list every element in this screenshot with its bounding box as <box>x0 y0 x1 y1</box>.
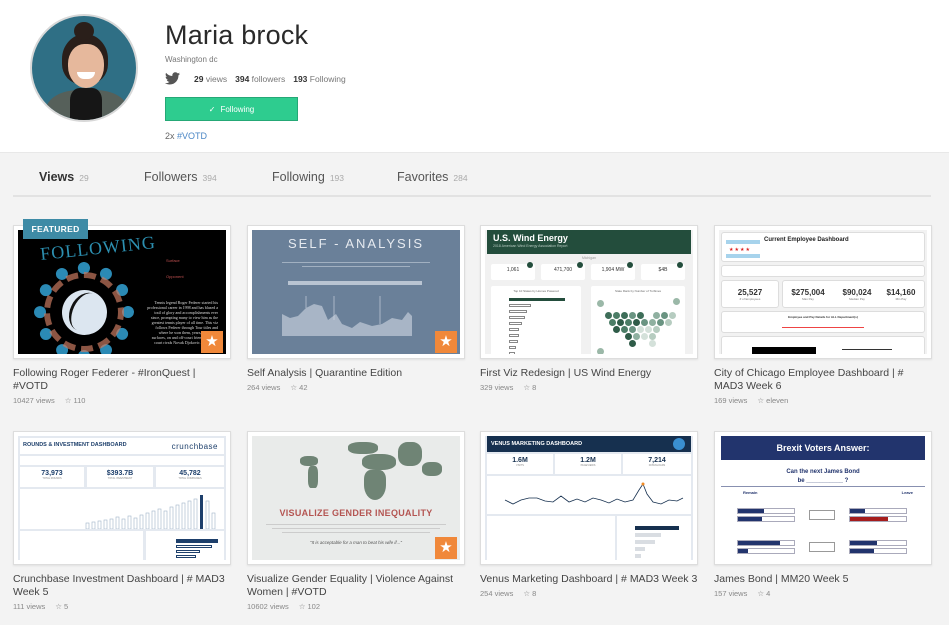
viz-title[interactable]: Venus Marketing Dashboard | # MAD3 Week … <box>480 573 700 586</box>
check-icon: ✓ <box>208 104 216 114</box>
viz-thumbnail[interactable]: ROUNDS & INVESTMENT DASHBOARD crunchbase… <box>13 431 231 565</box>
following-button[interactable]: ✓ Following <box>165 97 298 121</box>
viz-thumbnail[interactable]: Brexit Voters Answer: Can the next James… <box>714 431 932 565</box>
viz-card: FEATURED FOLLOWING Surface Opponent Tenn… <box>13 219 233 405</box>
tab-views[interactable]: Views 29 <box>39 170 89 184</box>
star-icon[interactable]: ★ <box>435 331 457 353</box>
stat-views: 29 views <box>194 73 228 84</box>
bar-chart <box>85 495 216 530</box>
viz-card: VISUALIZE GENDER INEQUALITY "It is accep… <box>247 431 467 611</box>
profile-location: Washington dc <box>165 55 218 64</box>
votd-link[interactable]: #VOTD <box>177 131 207 141</box>
area-chart <box>282 296 412 336</box>
viz-thumbnail[interactable]: ★★★★ Current Employee Dashboard 25,527 # … <box>714 225 932 359</box>
viz-title[interactable]: Visualize Gender Equality | Violence Aga… <box>247 573 467 599</box>
viz-title[interactable]: First Viz Redesign | US Wind Energy <box>480 367 700 380</box>
profile-stats: 29 views 394 followers 193 Following <box>165 72 354 85</box>
favorites-count: ☆ 110 <box>64 396 86 405</box>
tab-favorites[interactable]: Favorites 284 <box>397 170 468 184</box>
profile-name: Maria brock <box>165 20 309 50</box>
viz-meta: 111 views ☆ 5 <box>13 602 69 611</box>
line-chart <box>504 482 684 505</box>
viz-card: U.S. Wind Energy 2018 American Wind Energ… <box>480 225 700 392</box>
viz-meta: 264 views ☆ 42 <box>247 383 308 392</box>
twitter-icon[interactable] <box>165 72 180 85</box>
following-button-label: Following <box>220 104 255 114</box>
viz-thumbnail[interactable]: FOLLOWING Surface Opponent Tennis legend… <box>13 225 231 359</box>
featured-badge: FEATURED <box>23 219 88 239</box>
viz-meta: 169 views ☆ eleven <box>714 396 789 405</box>
tab-following[interactable]: Following 193 <box>272 170 344 184</box>
profile-tabs: Views 29 Followers 394 Following 193 Favori… <box>13 164 931 197</box>
viz-title[interactable]: Following Roger Federer - #IronQuest | #… <box>13 367 233 393</box>
favorites-count: ☆ 4 <box>757 589 771 598</box>
viz-title[interactable]: Crunchbase Investment Dashboard | # MAD3… <box>13 573 233 599</box>
viz-thumbnail[interactable]: U.S. Wind Energy 2018 American Wind Energ… <box>480 225 698 359</box>
star-icon[interactable]: ★ <box>435 537 457 559</box>
viz-card: Brexit Voters Answer: Can the next James… <box>714 431 934 598</box>
profile-header: Maria brock Washington dc 29 views 394 f… <box>0 0 949 153</box>
viz-meta: 10602 views ☆ 102 <box>247 602 321 611</box>
favorites-count: ☆ 102 <box>298 602 321 611</box>
viz-card: ROUNDS & INVESTMENT DASHBOARD crunchbase… <box>13 431 233 611</box>
avatar[interactable] <box>30 14 138 122</box>
favorites-count: ☆ 42 <box>290 383 308 392</box>
viz-title[interactable]: James Bond | MM20 Week 5 <box>714 573 934 586</box>
stat-following: 193 Following <box>293 73 346 84</box>
viz-meta: 329 views ☆ 8 <box>480 383 537 392</box>
favorites-count: ☆ 8 <box>523 383 537 392</box>
viz-title[interactable]: Self Analysis | Quarantine Edition <box>247 367 467 380</box>
favorites-count: ☆ 8 <box>523 589 537 598</box>
viz-card: SELF - ANALYSIS ★ Self Analysis | Quaran… <box>247 225 467 392</box>
viz-thumbnail[interactable]: SELF - ANALYSIS ★ <box>247 225 465 359</box>
viz-thumbnail[interactable]: VISUALIZE GENDER INEQUALITY "It is accep… <box>247 431 465 565</box>
viz-title[interactable]: City of Chicago Employee Dashboard | # M… <box>714 367 934 393</box>
votd-badge: 2x #VOTD <box>165 131 208 141</box>
viz-card: ★★★★ Current Employee Dashboard 25,527 # … <box>714 225 934 405</box>
viz-meta: 254 views ☆ 8 <box>480 589 537 598</box>
star-icon[interactable]: ★ <box>201 331 223 353</box>
viz-meta: 157 views ☆ 4 <box>714 589 771 598</box>
favorites-count: ☆ 5 <box>55 602 69 611</box>
viz-card: VENUS MARKETING DASHBOARD 1.6M VISITS 1.2… <box>480 431 700 598</box>
stat-followers: 394 followers <box>235 73 286 84</box>
favorites-count: ☆ eleven <box>757 396 789 405</box>
tab-followers[interactable]: Followers 394 <box>144 170 217 184</box>
viz-meta: 10427 views ☆ 110 <box>13 396 86 405</box>
viz-thumbnail[interactable]: VENUS MARKETING DASHBOARD 1.6M VISITS 1.2… <box>480 431 698 565</box>
